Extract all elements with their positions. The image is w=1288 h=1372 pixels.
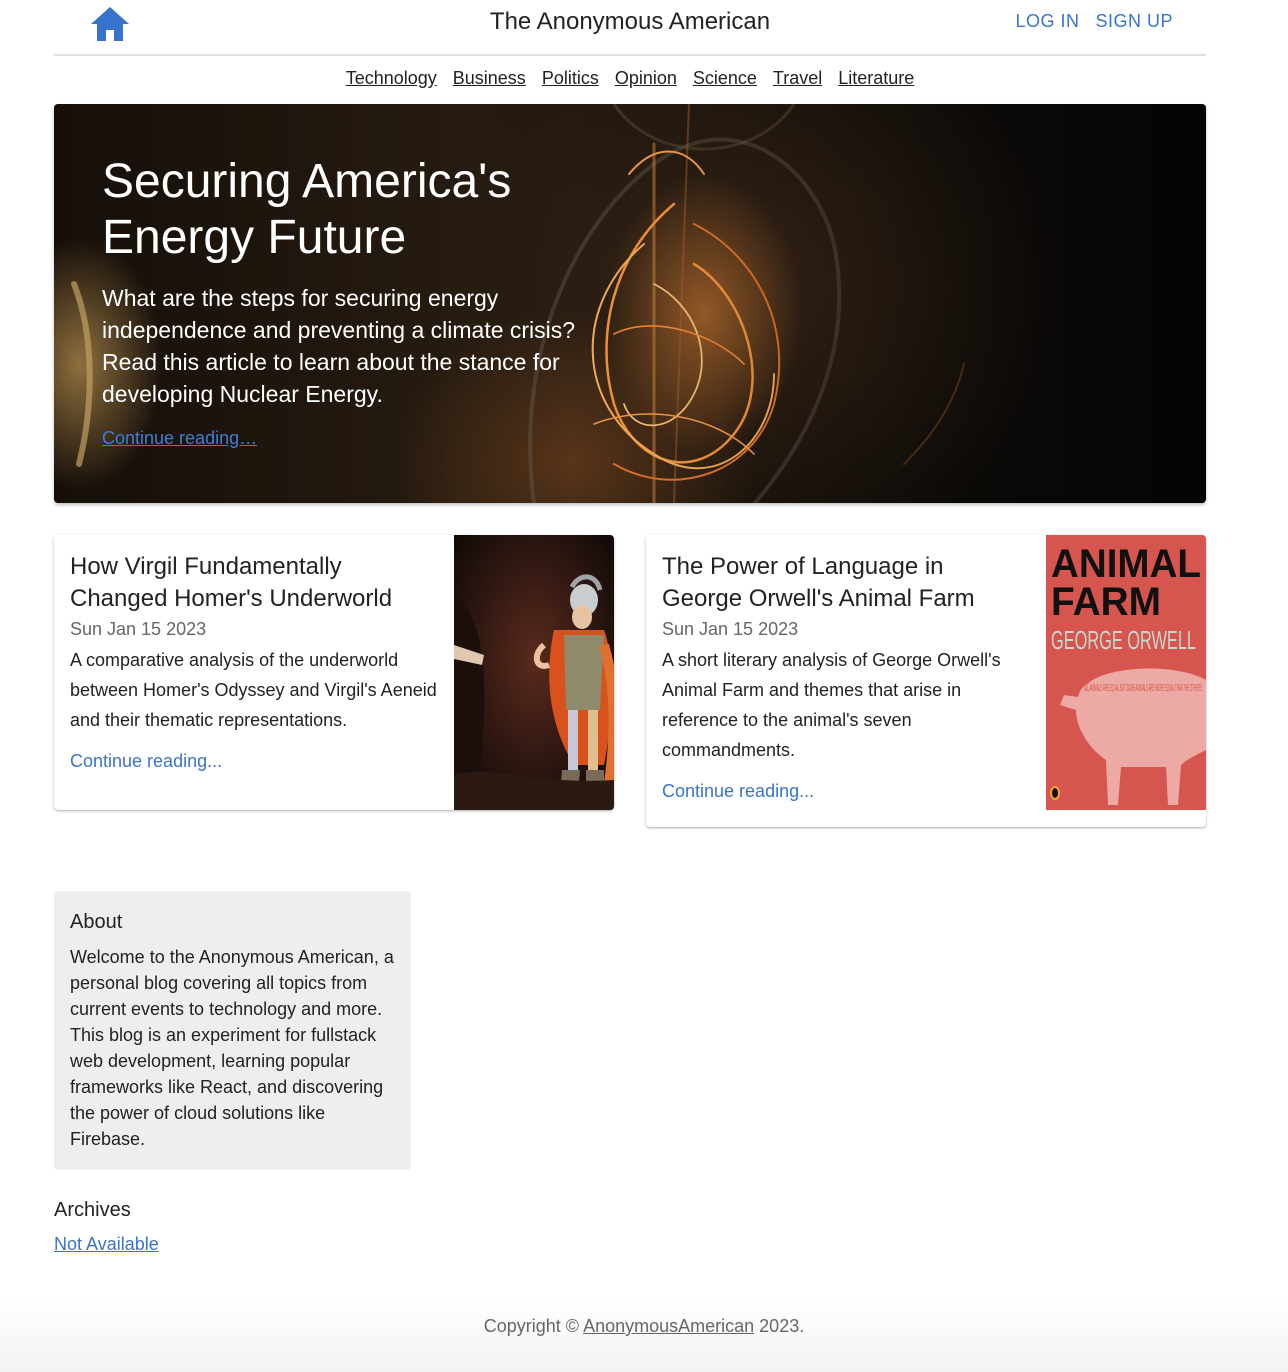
post-card: How Virgil Fundamentally Changed Homer's… <box>54 535 614 810</box>
footer-home-link[interactable]: AnonymousAmerican <box>583 1316 754 1336</box>
about-panel: About Welcome to the Anonymous American,… <box>54 891 411 1170</box>
nav-item-literature[interactable]: Literature <box>838 68 914 89</box>
continue-reading-link[interactable]: Continue reading... <box>662 781 1030 824</box>
category-nav: Technology Business Politics Opinion Sci… <box>54 68 1206 89</box>
featured-continue-reading-link[interactable]: Continue reading… <box>102 428 257 449</box>
cover-author: GEORGE ORWELL <box>1051 625 1196 655</box>
post-thumbnail-painting <box>454 535 614 810</box>
post-title: How Virgil Fundamentally Changed Homer's… <box>70 553 393 612</box>
nav-item-politics[interactable]: Politics <box>542 68 599 89</box>
cover-quote: ALL ANIMALS ARE EQUAL BUT SOME ANIMALS A… <box>1084 683 1202 694</box>
about-text: Welcome to the Anonymous American, a per… <box>70 947 394 1149</box>
nav-item-technology[interactable]: Technology <box>346 68 437 89</box>
login-button[interactable]: LOG IN <box>1015 11 1079 32</box>
archives-link[interactable]: Not Available <box>54 1234 159 1255</box>
nav-item-business[interactable]: Business <box>453 68 526 89</box>
cover-title-line2: FARM <box>1051 580 1161 624</box>
continue-reading-link[interactable]: Continue reading... <box>70 751 438 794</box>
featured-post-banner: Securing America's Energy Future What ar… <box>54 104 1206 503</box>
copyright-text: Copyright © AnonymousAmerican 2023. <box>0 1316 1288 1337</box>
animal-farm-book-cover: ANIMAL FARM GEORGE ORWELL ALL ANIMALS AR… <box>1046 535 1206 810</box>
signup-button[interactable]: SIGN UP <box>1095 11 1173 32</box>
archives-title: Archives <box>54 1199 131 1221</box>
post-title: The Power of Language in George Orwell's… <box>662 553 975 612</box>
copyright-prefix: Copyright © <box>483 1316 584 1336</box>
nav-item-travel[interactable]: Travel <box>773 68 822 89</box>
auth-links: LOG IN SIGN UP <box>1015 11 1173 32</box>
post-description: A short literary analysis of George Orwe… <box>662 650 1001 760</box>
featured-post-title: Securing America's Energy Future <box>102 155 512 264</box>
post-description: A comparative analysis of the underworld… <box>70 650 437 730</box>
nav-item-science[interactable]: Science <box>693 68 757 89</box>
featured-post-description: What are the steps for securing energy i… <box>102 285 576 407</box>
post-date: Sun Jan 15 2023 <box>70 619 207 639</box>
nav-item-opinion[interactable]: Opinion <box>615 68 677 89</box>
about-title: About <box>70 911 123 933</box>
site-footer: Copyright © AnonymousAmerican 2023. <box>0 1296 1288 1372</box>
post-card: The Power of Language in George Orwell's… <box>646 535 1206 827</box>
copyright-suffix: 2023. <box>754 1316 805 1336</box>
post-date: Sun Jan 15 2023 <box>662 619 799 639</box>
site-header: The Anonymous American LOG IN SIGN UP <box>54 0 1206 56</box>
